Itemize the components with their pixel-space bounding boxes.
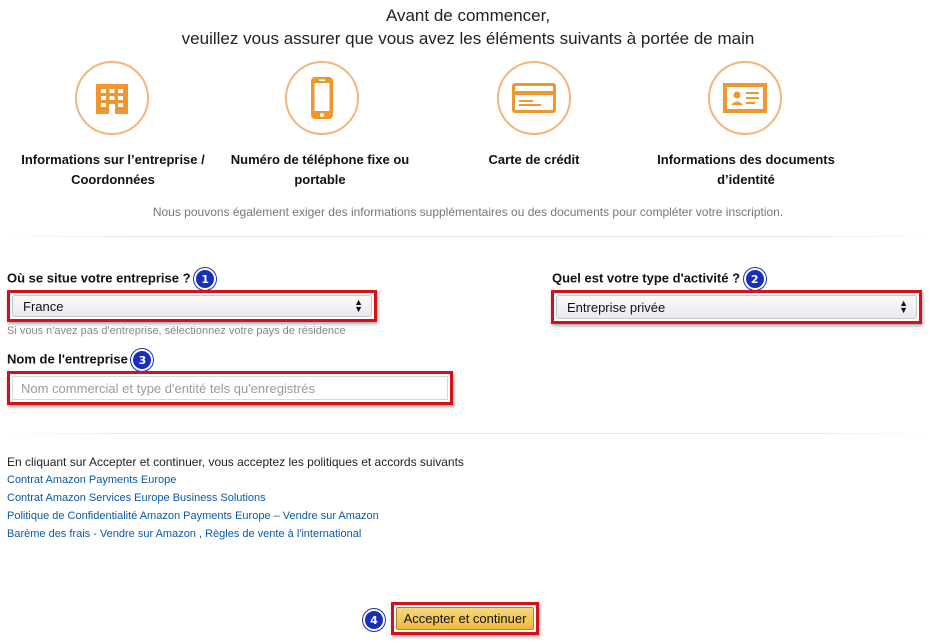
activity-highlight-frame: Entreprise privée ▲ ▼	[551, 290, 922, 324]
section-divider-top	[0, 236, 936, 237]
activity-select[interactable]: Entreprise privée ▲ ▼	[556, 295, 917, 319]
select-arrows-icon: ▲ ▼	[354, 297, 363, 314]
requirement-id-circle	[708, 61, 782, 135]
location-label: Où se situe votre entreprise ? 1	[7, 268, 217, 290]
policy-link-services-europe[interactable]: Contrat Amazon Services Europe Business …	[7, 492, 266, 504]
header-title-line2: veuillez vous assurer que vous avez les …	[181, 29, 755, 48]
section-divider-bottom	[0, 433, 936, 434]
step-badge-2: 2	[743, 268, 766, 290]
requirement-id-label: Informations des documents d’identité	[636, 150, 856, 190]
accept-continue-button[interactable]: Accepter et continuer	[396, 607, 534, 630]
step-badge-4-wrap: 4	[363, 609, 385, 631]
requirement-card-label-line1: Carte de crédit	[488, 152, 580, 167]
extra-documents-note: Nous pouvons également exiger des inform…	[152, 205, 784, 219]
requirement-company-circle	[75, 61, 149, 135]
policy-link-privacy[interactable]: Politique de Confidentialité Amazon Paym…	[7, 510, 379, 522]
step-badge-4: 4	[363, 609, 385, 631]
building-icon	[96, 84, 128, 114]
activity-label-text: Quel est votre type d'activité ?	[552, 270, 741, 286]
phone-icon	[311, 77, 333, 119]
credit-card-icon	[512, 83, 556, 113]
requirement-company-label-line1: Informations sur l’entreprise /	[21, 152, 205, 167]
company-name-label: Nom de l'entreprise 3	[7, 349, 154, 371]
requirement-id-label-line1: Informations des documents	[657, 152, 835, 167]
location-select[interactable]: France ▲ ▼	[12, 295, 372, 317]
location-label-text: Où se situe votre entreprise ?	[7, 270, 191, 286]
step-badge-3: 3	[131, 349, 154, 371]
policy-link-fees[interactable]: Barème des frais - Vendre sur Amazon , R…	[7, 528, 361, 540]
policy-link-payments-europe[interactable]: Contrat Amazon Payments Europe	[7, 474, 176, 486]
step-badge-1: 1	[194, 268, 217, 290]
submit-highlight-frame: Accepter et continuer	[391, 602, 539, 635]
location-hint: Si vous n'avez pas d'entreprise, sélecti…	[7, 325, 346, 337]
activity-select-value: Entreprise privée	[567, 299, 666, 315]
requirement-phone-label-line1: Numéro de téléphone fixe ou	[230, 152, 410, 167]
id-card-icon	[723, 83, 767, 113]
header-title-line1: Avant de commencer,	[385, 6, 551, 25]
select-arrows-icon: ▲ ▼	[899, 298, 908, 315]
policies-intro: En cliquant sur Accepter et continuer, v…	[7, 455, 464, 469]
requirement-card-circle	[497, 61, 571, 135]
requirement-phone-circle	[285, 61, 359, 135]
requirement-phone-label-line2: portable	[294, 172, 346, 187]
requirement-id-label-line2: d’identité	[717, 172, 775, 187]
requirement-phone-label: Numéro de téléphone fixe ou portable	[210, 150, 430, 190]
company-name-highlight-frame	[7, 371, 453, 405]
requirement-company-label-line2: Coordonnées	[71, 172, 155, 187]
company-name-label-text: Nom de l'entreprise	[7, 351, 128, 367]
location-highlight-frame: France ▲ ▼	[7, 290, 377, 322]
location-select-value: France	[23, 298, 64, 314]
company-name-input[interactable]	[12, 376, 448, 400]
requirement-company-label: Informations sur l’entreprise / Coordonn…	[0, 150, 226, 190]
activity-label: Quel est votre type d'activité ? 2	[552, 268, 766, 290]
requirement-card-label: Carte de crédit	[434, 150, 634, 170]
